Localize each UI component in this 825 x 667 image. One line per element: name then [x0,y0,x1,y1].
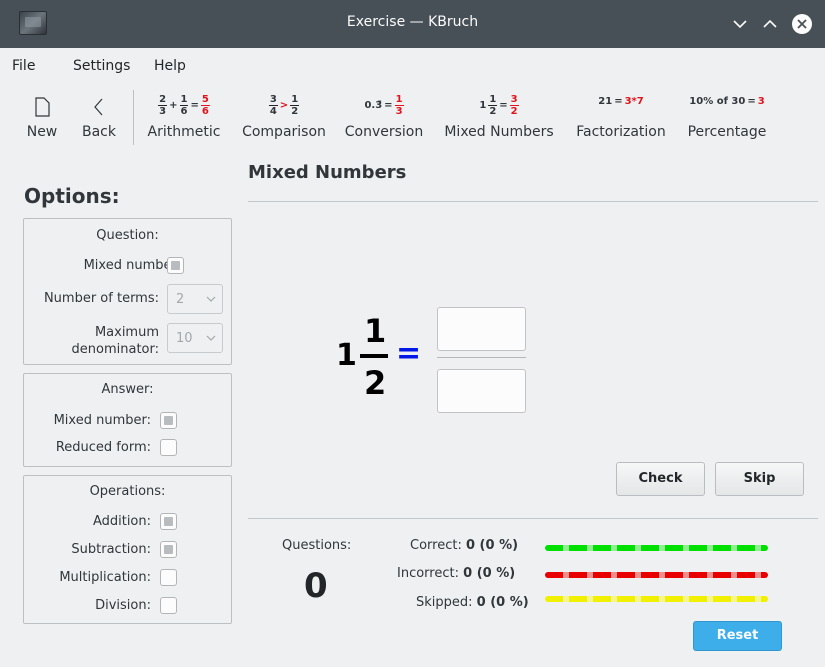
number-of-terms-select[interactable]: 2 [167,284,223,314]
maximize-button[interactable] [758,12,782,36]
reset-button[interactable]: Reset [693,621,782,651]
addition-label: Addition: [92,514,151,529]
title-divider [248,201,818,202]
correct-value: 0 (0 %) [465,538,519,553]
incorrect-bar [545,572,768,578]
answer-options-group: Answer: Mixed number: Reduced form: [23,373,232,467]
question-group-title: Question: [96,228,159,243]
skipped-bar [545,596,768,602]
percentage-preview: 10% of 30 = 3 [689,96,765,107]
chevron-down-icon [206,335,216,341]
incorrect-stat: Incorrect: 0 (0 %) [397,566,515,581]
equals-sign: = [396,336,422,371]
answer-numerator-input[interactable] [437,307,526,351]
menu-help[interactable]: Help [154,58,186,74]
question-mixed-number-checkbox[interactable] [167,257,184,274]
mode-arithmetic-label: Arithmetic [147,124,221,140]
back-button[interactable]: Back [78,88,120,148]
comparison-preview: 3 4 >1 2 [268,94,300,117]
menu-bar: File Settings Help [0,48,825,82]
subtraction-checkbox[interactable] [160,541,177,558]
arithmetic-preview: 2 3 +1 6 = 5 6 [158,94,210,117]
skipped-value: 0 (0 %) [476,595,529,610]
reduced-form-checkbox[interactable] [160,439,177,456]
division-label: Division: [95,598,151,613]
correct-stat: Correct: 0 (0 %) [410,538,518,553]
multiplication-label: Multiplication: [59,570,151,585]
addition-checkbox[interactable] [160,513,177,530]
mixed-whole-number: 1 [336,338,357,373]
questions-count: 0 [304,566,328,606]
title-bar: Exercise — KBruch [0,0,825,48]
fraction-denominator: 2 [364,364,387,402]
conversion-preview: 0.3̄ = 1 3 [364,94,404,117]
skipped-stat: Skipped: 0 (0 %) [416,595,529,610]
new-button[interactable]: New [22,88,62,148]
reduced-form-label: Reduced form: [55,440,151,455]
window-title: Exercise — KBruch [346,14,479,30]
incorrect-label: Incorrect: [397,566,459,581]
number-of-terms-value: 2 [176,292,185,307]
question-options-group: Question: Mixed number: Number of terms:… [23,218,232,365]
answer-fraction-bar [437,357,526,358]
correct-bar [545,545,768,551]
answer-group-title: Answer: [101,382,154,397]
check-button[interactable]: Check [616,462,705,496]
new-file-icon [22,94,62,122]
toolbar-separator [133,90,134,145]
mode-mixed-numbers-button[interactable]: 1 1 2 = 3 2 Mixed Numbers [440,88,558,148]
skip-button[interactable]: Skip [715,462,804,496]
close-button[interactable] [790,12,814,36]
mode-arithmetic-button[interactable]: 2 3 +1 6 = 5 6 Arithmetic [142,88,226,148]
chevron-up-icon [763,19,777,28]
chevron-down-icon [206,296,216,302]
division-checkbox[interactable] [160,597,177,614]
max-denominator-label-line1: Maximum [94,325,159,340]
operations-group-title: Operations: [89,484,166,499]
new-label: New [26,124,58,140]
factorization-preview: 21 = 3*7 [598,96,644,107]
max-denominator-select[interactable]: 10 [167,323,223,353]
max-denominator-label-line2: denominator: [71,342,159,357]
exercise-title: Mixed Numbers [248,162,407,183]
back-label: Back [82,124,116,140]
back-arrow-icon [78,94,120,122]
subtraction-label: Subtraction: [71,542,151,557]
mode-comparison-label: Comparison [242,124,326,140]
incorrect-value: 0 (0 %) [463,566,516,581]
operations-options-group: Operations: Addition: Subtraction: Multi… [23,475,232,624]
fraction-numerator: 1 [364,312,387,350]
max-denominator-value: 10 [176,331,193,346]
minimize-button[interactable] [728,12,752,36]
menu-file[interactable]: File [12,58,35,74]
mode-factorization-label: Factorization [576,124,666,140]
chevron-down-icon [733,20,747,29]
mode-mixed-numbers-label: Mixed Numbers [444,124,554,140]
skipped-label: Skipped: [416,595,473,610]
options-title: Options: [24,184,120,208]
correct-label: Correct: [410,538,462,553]
questions-label: Questions: [282,538,352,553]
multiplication-checkbox[interactable] [160,569,177,586]
answer-denominator-input[interactable] [437,369,526,413]
mode-percentage-label: Percentage [687,124,767,140]
number-of-terms-label: Number of terms: [43,291,159,306]
close-icon [792,14,812,34]
menu-settings[interactable]: Settings [73,58,130,74]
mode-conversion-button[interactable]: 0.3̄ = 1 3 Conversion [342,88,426,148]
mixed-numbers-preview: 1 1 2 = 3 2 [479,94,519,117]
mode-comparison-button[interactable]: 3 4 >1 2 Comparison [236,88,332,148]
fraction-bar [360,354,388,358]
stats-divider [248,518,818,519]
mode-conversion-label: Conversion [344,124,424,140]
mode-percentage-button[interactable]: 10% of 30 = 3 Percentage [684,88,770,148]
answer-mixed-number-checkbox[interactable] [160,412,177,429]
mode-factorization-button[interactable]: 21 = 3*7 Factorization [572,88,670,148]
answer-mixed-number-label: Mixed number: [53,413,151,428]
